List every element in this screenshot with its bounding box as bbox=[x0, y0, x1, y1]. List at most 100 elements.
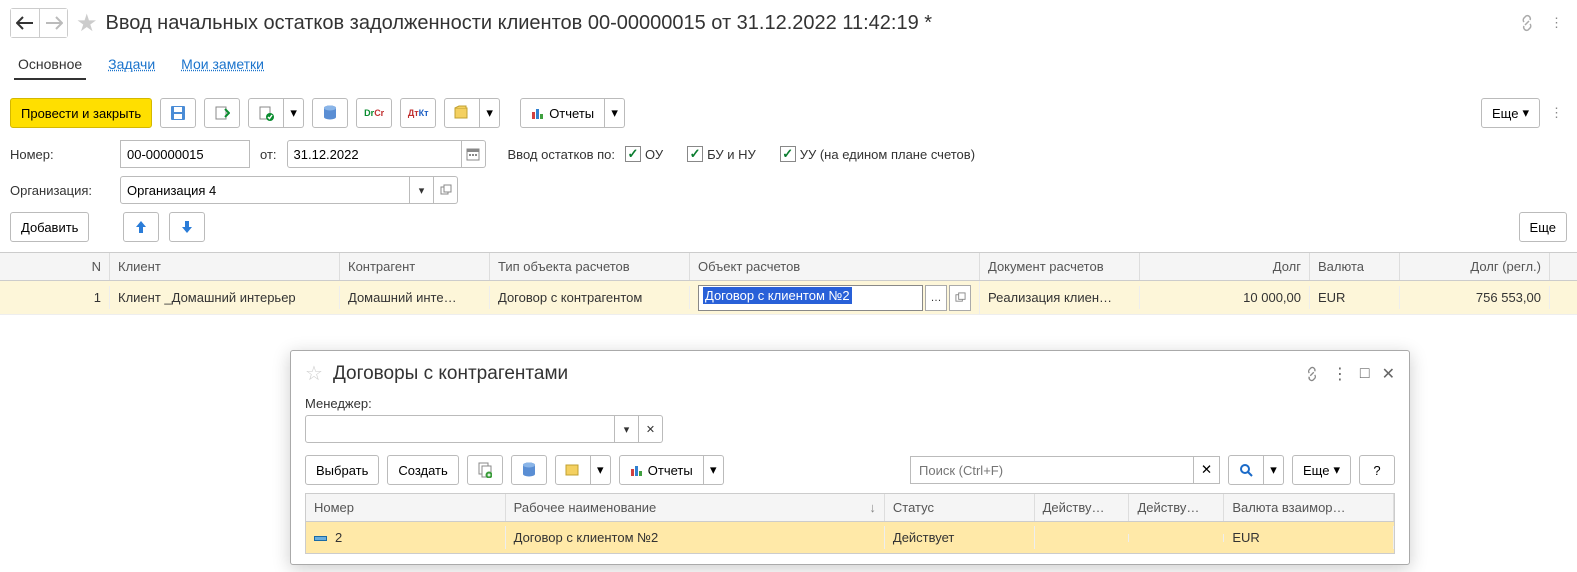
popup-link-icon[interactable] bbox=[1304, 366, 1320, 382]
col-type[interactable]: Тип объекта расчетов bbox=[490, 253, 690, 280]
popup-toolbar: Выбрать Создать ▾ Отчеты ▾ ✕ ▾ Еще ▾ ? bbox=[305, 447, 1395, 493]
organization-field[interactable] bbox=[120, 176, 410, 204]
cell-debt[interactable]: 10 000,00 bbox=[1140, 286, 1310, 309]
more-button[interactable]: Еще ▾ bbox=[1481, 98, 1540, 128]
object-open-icon[interactable] bbox=[949, 285, 971, 311]
search-button[interactable] bbox=[1228, 455, 1264, 485]
calendar-icon[interactable] bbox=[462, 140, 486, 168]
more-icon-2[interactable]: ⋮ bbox=[1546, 101, 1567, 125]
move-down-button[interactable] bbox=[169, 212, 205, 242]
nav-buttons bbox=[10, 8, 68, 38]
pcol-number[interactable]: Номер bbox=[306, 494, 506, 521]
manager-field[interactable] bbox=[305, 415, 615, 443]
manager-dropdown[interactable]: ▾ bbox=[615, 415, 639, 443]
object-select-button[interactable]: … bbox=[925, 285, 947, 311]
number-label: Номер: bbox=[10, 147, 110, 162]
reports-dropdown[interactable]: ▾ bbox=[605, 98, 625, 128]
pcol-valid-to[interactable]: Действу… bbox=[1129, 494, 1224, 521]
select-button[interactable]: Выбрать bbox=[305, 455, 379, 485]
drcr-button[interactable]: DrCr bbox=[356, 98, 392, 128]
cell-type[interactable]: Договор с контрагентом bbox=[490, 286, 690, 309]
popup-close-icon[interactable]: ✕ bbox=[1382, 364, 1395, 384]
popup-more-icon[interactable]: ⋮ bbox=[1332, 364, 1348, 384]
pcell-name: Договор с клиентом №2 bbox=[506, 526, 885, 549]
cell-object-edit[interactable]: Договор с клиентом №2 … bbox=[690, 281, 980, 315]
balances-label: Ввод остатков по: bbox=[508, 147, 615, 162]
tab-tasks[interactable]: Задачи bbox=[104, 52, 159, 80]
col-object[interactable]: Объект расчетов bbox=[690, 253, 980, 280]
add-button[interactable]: Добавить bbox=[10, 212, 89, 242]
post-button[interactable] bbox=[204, 98, 240, 128]
organization-open-icon[interactable] bbox=[434, 176, 458, 204]
manager-label: Менеджер: bbox=[305, 396, 1395, 411]
popup-create-based-button[interactable] bbox=[555, 455, 591, 485]
main-toolbar: Провести и закрыть ▾ DrCr ДтКт ▾ Отчеты … bbox=[0, 90, 1577, 136]
table-row: 1 Клиент _Домашний интерьер Домашний инт… bbox=[0, 281, 1577, 315]
pcol-valid-from[interactable]: Действу… bbox=[1035, 494, 1130, 521]
register-dropdown[interactable]: ▾ bbox=[284, 98, 304, 128]
organization-dropdown[interactable]: ▾ bbox=[410, 176, 434, 204]
copy-button[interactable] bbox=[467, 455, 503, 485]
post-and-close-button[interactable]: Провести и закрыть bbox=[10, 98, 152, 128]
sort-down-icon: ↓ bbox=[869, 500, 876, 515]
search-input[interactable] bbox=[910, 456, 1194, 484]
popup-create-based-dropdown[interactable]: ▾ bbox=[591, 455, 611, 485]
popup-reports-button[interactable]: Отчеты bbox=[619, 455, 704, 485]
popup-reports-dropdown[interactable]: ▾ bbox=[704, 455, 724, 485]
pcol-status[interactable]: Статус bbox=[885, 494, 1035, 521]
col-currency[interactable]: Валюта bbox=[1310, 253, 1400, 280]
manager-clear-icon[interactable]: ✕ bbox=[639, 415, 663, 443]
checkbox-bunu[interactable]: ✓БУ и НУ bbox=[687, 146, 756, 162]
movements-button[interactable] bbox=[312, 98, 348, 128]
pcol-name[interactable]: Рабочее наименование↓ bbox=[506, 494, 885, 521]
col-n[interactable]: N bbox=[0, 253, 110, 280]
search-dropdown[interactable]: ▾ bbox=[1264, 455, 1284, 485]
date-field[interactable] bbox=[287, 140, 462, 168]
number-field[interactable] bbox=[120, 140, 250, 168]
cell-debt-regl[interactable]: 756 553,00 bbox=[1400, 286, 1550, 309]
col-client[interactable]: Клиент bbox=[110, 253, 340, 280]
more-icon[interactable]: ⋮ bbox=[1546, 11, 1567, 35]
tab-notes[interactable]: Мои заметки bbox=[177, 52, 268, 80]
create-based-dropdown[interactable]: ▾ bbox=[480, 98, 500, 128]
cell-client[interactable]: Клиент _Домашний интерьер bbox=[110, 286, 340, 309]
checkbox-uu[interactable]: ✓УУ (на едином плане счетов) bbox=[780, 146, 975, 162]
pcell-status: Действует bbox=[885, 526, 1035, 549]
pcol-currency[interactable]: Валюта взаимор… bbox=[1224, 494, 1394, 521]
dtkt-button[interactable]: ДтКт bbox=[400, 98, 436, 128]
popup-table-row[interactable]: 2 Договор с клиентом №2 Действует EUR bbox=[305, 522, 1395, 554]
main-grid: N Клиент Контрагент Тип объекта расчетов… bbox=[0, 252, 1577, 315]
popup-star-icon[interactable]: ☆ bbox=[305, 361, 323, 386]
popup-more-button[interactable]: Еще ▾ bbox=[1292, 455, 1351, 485]
cell-document[interactable]: Реализация клиен… bbox=[980, 286, 1140, 309]
popup-maximize-icon[interactable]: □ bbox=[1360, 365, 1370, 383]
organization-label: Организация: bbox=[10, 183, 110, 198]
grid-more-button[interactable]: Еще bbox=[1519, 212, 1567, 242]
col-debt[interactable]: Долг bbox=[1140, 253, 1310, 280]
tab-bar: Основное Задачи Мои заметки bbox=[0, 46, 1577, 90]
pcell-valid-from bbox=[1035, 534, 1130, 542]
col-contractor[interactable]: Контрагент bbox=[340, 253, 490, 280]
pcell-valid-to bbox=[1129, 534, 1224, 542]
pcell-currency: EUR bbox=[1224, 526, 1394, 549]
checkbox-ou[interactable]: ✓ОУ bbox=[625, 146, 663, 162]
favorite-star-icon[interactable]: ★ bbox=[76, 9, 98, 38]
col-debt-regl[interactable]: Долг (регл.) bbox=[1400, 253, 1550, 280]
back-button[interactable] bbox=[11, 9, 39, 37]
help-button[interactable]: ? bbox=[1359, 455, 1395, 485]
move-up-button[interactable] bbox=[123, 212, 159, 242]
link-icon[interactable] bbox=[1518, 14, 1536, 32]
forward-button[interactable] bbox=[39, 9, 67, 37]
tab-main[interactable]: Основное bbox=[14, 52, 86, 80]
popup-movements-button[interactable] bbox=[511, 455, 547, 485]
save-button[interactable] bbox=[160, 98, 196, 128]
search-clear-icon[interactable]: ✕ bbox=[1194, 456, 1220, 484]
cell-currency[interactable]: EUR bbox=[1310, 286, 1400, 309]
register-button[interactable] bbox=[248, 98, 284, 128]
create-button[interactable]: Создать bbox=[387, 455, 458, 485]
col-document[interactable]: Документ расчетов bbox=[980, 253, 1140, 280]
reports-button[interactable]: Отчеты bbox=[520, 98, 605, 128]
create-based-button[interactable] bbox=[444, 98, 480, 128]
cell-n[interactable]: 1 bbox=[0, 286, 110, 309]
cell-contractor[interactable]: Домашний инте… bbox=[340, 286, 490, 309]
